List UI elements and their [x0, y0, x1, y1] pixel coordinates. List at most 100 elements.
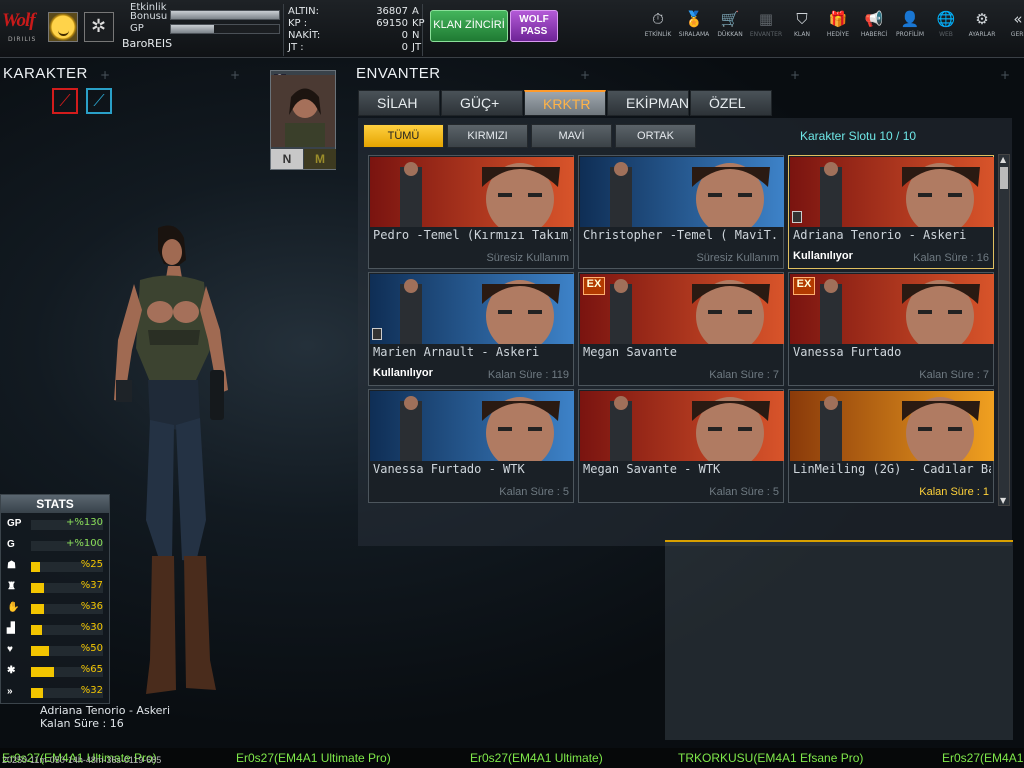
- nav-profile[interactable]: 👤 PROFİLİM: [892, 10, 928, 50]
- stopwatch-icon: ⏱: [652, 10, 664, 28]
- wolf-pass-button[interactable]: WOLF PASS: [510, 10, 558, 42]
- nav-megaphone[interactable]: 📢 HABERCİ: [856, 10, 892, 50]
- nav-label: KLAN: [793, 31, 810, 38]
- stat-row: ▟ %30: [5, 622, 105, 638]
- tab-guc[interactable]: GÜÇ+: [441, 90, 523, 116]
- inventory-scrollbar[interactable]: ▲ ▼: [998, 154, 1010, 506]
- stat-value: %36: [80, 601, 103, 612]
- character-card[interactable]: Christopher -Temel ( MaviT... Süresiz Kul…: [578, 155, 784, 269]
- character-portrait: [580, 157, 784, 227]
- card-time: Kalan Süre : 16: [913, 252, 989, 264]
- stat-icon: GP: [7, 518, 22, 529]
- currency-label: NAKİT:: [288, 30, 321, 41]
- card-name: Vanessa Furtado: [793, 345, 902, 359]
- currency-value: 0: [401, 42, 408, 53]
- card-name: LinMeiling (2G) - Cadılar Ba...: [793, 462, 991, 476]
- nav-cart[interactable]: 🛒 DÜKKAN: [712, 10, 748, 50]
- nav-shield[interactable]: ⛉ KLAN: [784, 10, 820, 50]
- currency-label: ALTIN:: [288, 6, 319, 17]
- announcement-ticker: Er0s27(EM4A1 Ultimate Pro) Er0s27(EM4A1 U…: [0, 748, 1024, 768]
- stat-icon: ♜: [7, 581, 16, 592]
- karakter-title: KARAKTER: [3, 65, 88, 82]
- character-portrait: [790, 157, 994, 227]
- shield-icon: ⛉: [796, 10, 808, 28]
- character-card[interactable]: Pedro -Temel (Kırmızı Takım) Süresiz Kull…: [368, 155, 574, 269]
- nav-gear[interactable]: ⚙ AYARLAR: [964, 10, 1000, 50]
- currency-value: 69150: [376, 18, 408, 29]
- currency-row: ALTIN: 36807 A: [288, 6, 428, 18]
- stat-row: » %32: [5, 685, 105, 701]
- nav-stopwatch[interactable]: ⏱ ETKİNLİK: [640, 10, 676, 50]
- tab-ekipman[interactable]: EKİPMAN: [607, 90, 689, 116]
- red-team-icon[interactable]: ⟋: [52, 88, 78, 114]
- ticker-item: Er0s27(EM4A1 Ultimate): [470, 751, 603, 765]
- tab-krktr[interactable]: KRKTR: [524, 90, 606, 116]
- nav-label: HEDİYE: [826, 31, 850, 38]
- item-detail-panel: [665, 540, 1013, 740]
- in-use-label: Kullanılıyor: [793, 250, 853, 262]
- in-use-checkbox[interactable]: [372, 328, 382, 340]
- character-slot-count: Karakter Slotu 10 / 10: [800, 129, 917, 143]
- stat-value: +%100: [66, 538, 103, 549]
- character-preview-card[interactable]: 2 N M: [270, 70, 336, 170]
- ticker-item: TRKORKUSU(EM4A1 Efsane Pro): [678, 751, 864, 765]
- nav-label: SIRALAMA: [678, 31, 710, 38]
- ex-badge: EX: [583, 277, 605, 295]
- event-bonus-bar: [170, 10, 280, 20]
- character-card[interactable]: Marien Arnault - Askeri Kullanılıyor Kalan…: [368, 272, 574, 386]
- card-time: Kalan Süre : 5: [709, 486, 779, 498]
- card-name: Vanessa Furtado - WTK: [373, 462, 525, 476]
- logo-subtitle: DIRILIS: [8, 36, 37, 43]
- character-card[interactable]: EX Megan Savante Kalan Süre : 7: [578, 272, 784, 386]
- avatar[interactable]: [48, 12, 78, 42]
- tab-ozel[interactable]: ÖZEL: [690, 90, 772, 116]
- clan-emblem-icon[interactable]: ✲: [84, 12, 114, 42]
- stat-icon: ✱: [7, 665, 16, 676]
- profile-icon: 👤: [900, 10, 920, 28]
- card-name: Megan Savante: [583, 345, 677, 359]
- stat-value: +%130: [66, 517, 103, 528]
- character-card[interactable]: LinMeiling (2G) - Cadılar Ba... Kalan Sür…: [788, 389, 994, 503]
- character-card[interactable]: Adriana Tenorio - Askeri Kullanılıyor Kala…: [788, 155, 994, 269]
- card-name: Adriana Tenorio - Askeri: [793, 228, 967, 242]
- cart-icon: 🛒: [720, 10, 740, 28]
- subtab-mavi[interactable]: MAVİ: [531, 124, 612, 148]
- currency-value: 36807: [376, 6, 408, 17]
- character-preview-image: [271, 75, 335, 147]
- stat-value: %32: [80, 685, 103, 696]
- game-lobby-screen: Wolf DIRILIS ✲ Etkinlik Bonusu GP BaroREI…: [0, 0, 1024, 768]
- card-name: Christopher -Temel ( MaviT...: [583, 228, 781, 242]
- character-card[interactable]: Megan Savante - WTK Kalan Süre : 5: [578, 389, 784, 503]
- tab-silah[interactable]: SİLAH: [358, 90, 440, 116]
- nav-label: AYARLAR: [968, 31, 996, 38]
- nav-back[interactable]: « GERİ: [1000, 10, 1024, 50]
- nav-medal[interactable]: 🏅 SIRALAMA: [676, 10, 712, 50]
- currency-label: KP :: [288, 18, 308, 29]
- character-card[interactable]: EX Vanessa Furtado Kalan Süre : 7: [788, 272, 994, 386]
- stat-value: %30: [80, 622, 103, 633]
- in-use-checkbox[interactable]: [792, 211, 802, 223]
- currency-value: 0: [401, 30, 408, 41]
- card-time: Kalan Süre : 1: [919, 486, 989, 498]
- nav-gift[interactable]: 🎁 HEDİYE: [820, 10, 856, 50]
- character-card[interactable]: Vanessa Furtado - WTK Kalan Süre : 5: [368, 389, 574, 503]
- subtab-tumu[interactable]: TÜMÜ: [363, 124, 444, 148]
- gift-icon: 🎁: [828, 10, 848, 28]
- nav-inventory[interactable]: ▦ ENVANTER: [748, 10, 784, 50]
- currency-unit: JT: [412, 42, 422, 53]
- blue-team-icon[interactable]: ⟋: [86, 88, 112, 114]
- subtab-ortak[interactable]: ORTAK: [615, 124, 696, 148]
- mode-m-button[interactable]: M: [304, 149, 336, 169]
- card-time: Kalan Süre : 7: [919, 369, 989, 381]
- character-portrait: [370, 391, 574, 461]
- nav-globe[interactable]: 🌐 WEB: [928, 10, 964, 50]
- selected-character-name: Adriana Tenorio - Askeri: [40, 704, 171, 717]
- top-bar: Wolf DIRILIS ✲ Etkinlik Bonusu GP BaroREI…: [0, 0, 1024, 58]
- mode-n-button[interactable]: N: [271, 149, 303, 169]
- subtab-kirmizi[interactable]: KIRMIZI: [447, 124, 528, 148]
- clan-chain-button[interactable]: KLAN ZİNCİRİ: [430, 10, 508, 42]
- card-time: Kalan Süre : 5: [499, 486, 569, 498]
- stat-icon: G: [7, 539, 15, 550]
- nav-label: WEB: [939, 31, 953, 38]
- ticker-item: Er0s27(EM4A1 Ultimate Pro): [942, 751, 1024, 765]
